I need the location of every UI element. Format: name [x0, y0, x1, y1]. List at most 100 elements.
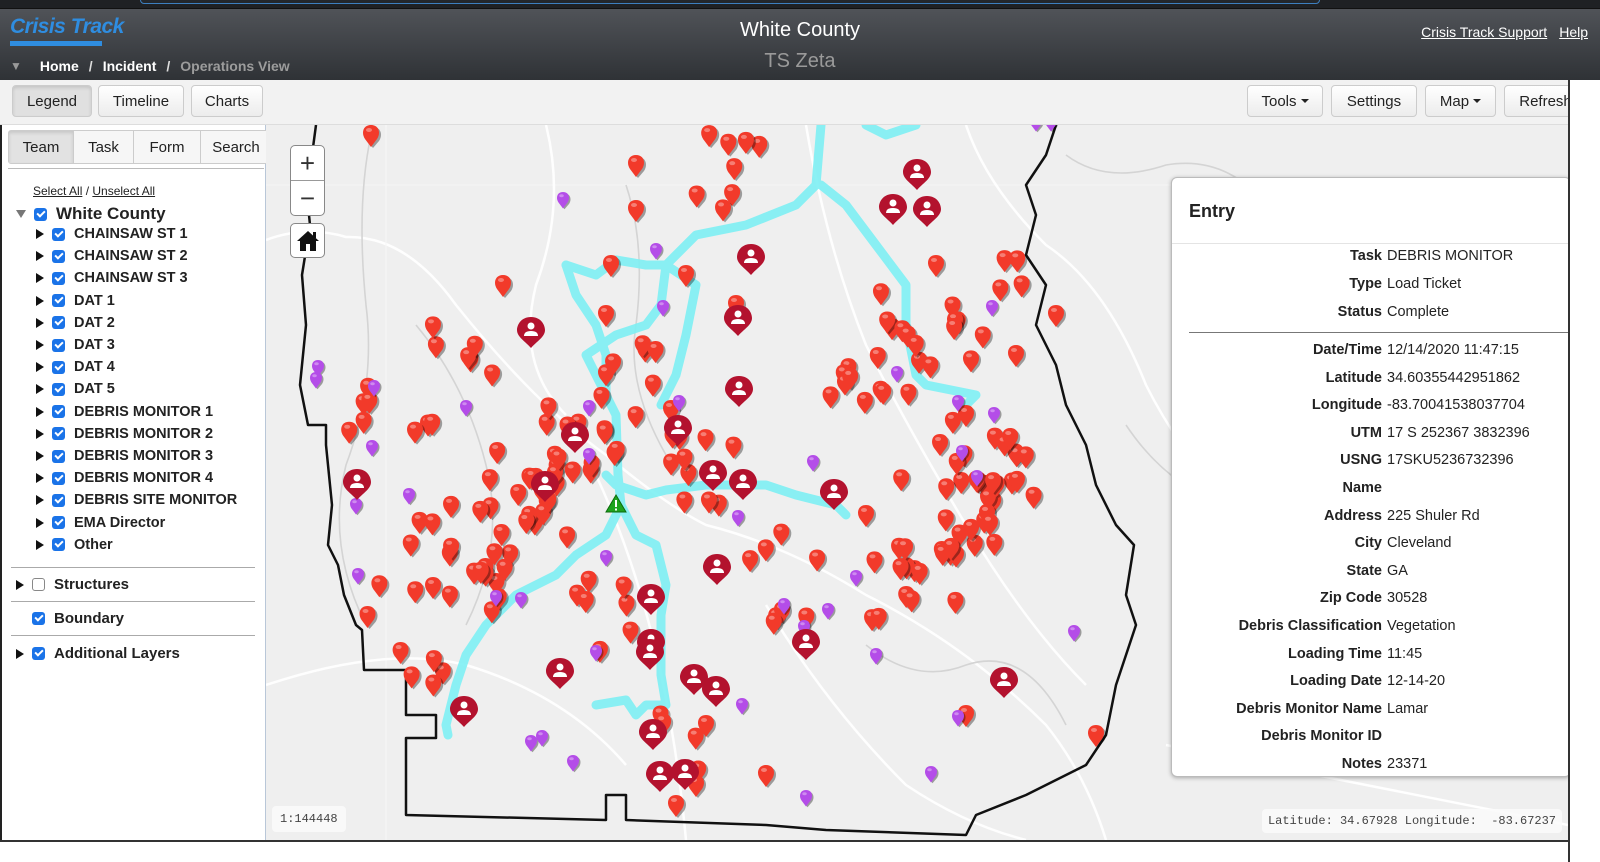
incident-marker[interactable] — [962, 350, 981, 374]
incident-marker[interactable] — [725, 436, 744, 460]
incident-marker[interactable] — [489, 442, 508, 466]
incident-marker[interactable] — [922, 356, 941, 380]
incident-marker[interactable] — [856, 391, 875, 415]
person-marker[interactable] — [913, 196, 941, 227]
incident-marker[interactable] — [701, 125, 720, 149]
person-marker[interactable] — [343, 469, 371, 500]
incident-marker[interactable] — [559, 526, 578, 550]
expand-arrow-icon[interactable] — [36, 406, 44, 417]
purple-marker[interactable] — [583, 400, 597, 418]
person-marker[interactable] — [879, 194, 907, 225]
incident-marker[interactable] — [688, 185, 707, 209]
purple-marker[interactable] — [366, 440, 380, 458]
incident-marker[interactable] — [903, 590, 922, 614]
layer-additional[interactable]: Additional Layers — [16, 645, 180, 662]
incident-marker[interactable] — [726, 158, 745, 182]
person-marker[interactable] — [517, 317, 545, 348]
incident-marker[interactable] — [371, 575, 390, 599]
checkbox-checked[interactable] — [52, 338, 65, 352]
purple-marker[interactable] — [350, 498, 364, 516]
incident-marker[interactable] — [932, 434, 951, 458]
map-dropdown[interactable]: Map — [1425, 85, 1496, 117]
incident-marker[interactable] — [363, 125, 381, 148]
tree-team-item[interactable]: DEBRIS MONITOR 4 — [36, 470, 213, 486]
incident-marker[interactable] — [628, 200, 646, 223]
person-marker[interactable] — [450, 696, 478, 727]
tree-team-item[interactable]: DAT 1 — [36, 293, 115, 309]
tree-team-item[interactable]: CHAINSAW ST 2 — [36, 248, 188, 264]
incident-marker[interactable] — [443, 495, 462, 519]
person-marker[interactable] — [639, 719, 667, 750]
incident-marker[interactable] — [737, 131, 756, 155]
incident-marker[interactable] — [359, 605, 378, 629]
expand-arrow-icon[interactable] — [36, 273, 44, 284]
support-link[interactable]: Crisis Track Support — [1421, 24, 1547, 40]
checkbox-checked[interactable] — [52, 427, 65, 441]
incident-marker[interactable] — [974, 326, 993, 350]
checkbox-checked[interactable] — [32, 612, 45, 625]
help-link[interactable]: Help — [1559, 24, 1588, 40]
checkbox-checked[interactable] — [52, 538, 65, 552]
tab-form[interactable]: Form — [134, 131, 201, 163]
incident-marker[interactable] — [866, 551, 885, 575]
incident-marker[interactable] — [1008, 345, 1026, 368]
incident-marker[interactable] — [564, 461, 583, 485]
tree-team-item[interactable]: DEBRIS MONITOR 1 — [36, 404, 213, 420]
incident-marker[interactable] — [484, 364, 503, 388]
purple-marker[interactable] — [988, 407, 1002, 425]
incident-marker[interactable] — [720, 133, 739, 157]
checkbox-unchecked[interactable] — [32, 578, 45, 591]
incident-marker[interactable] — [1025, 486, 1044, 510]
incident-marker[interactable] — [869, 347, 888, 371]
checkbox-checked[interactable] — [52, 471, 65, 485]
checkbox-checked[interactable] — [52, 271, 65, 285]
expand-arrow-icon[interactable] — [36, 251, 44, 262]
incident-marker[interactable] — [644, 374, 663, 398]
zoom-in-button[interactable]: + — [291, 146, 324, 181]
tree-team-item[interactable]: DEBRIS MONITOR 2 — [36, 426, 213, 442]
incident-marker[interactable] — [1013, 275, 1032, 299]
expanded-arrow-icon[interactable] — [16, 210, 26, 218]
incident-marker[interactable] — [425, 576, 444, 600]
purple-marker[interactable] — [567, 755, 581, 773]
person-marker[interactable] — [546, 658, 574, 689]
incident-marker[interactable] — [986, 533, 1005, 557]
layer-structures[interactable]: Structures — [16, 576, 129, 593]
incident-marker[interactable] — [758, 765, 776, 788]
checkbox-checked[interactable] — [52, 493, 65, 507]
incident-marker[interactable] — [875, 382, 894, 406]
expand-arrow-icon[interactable] — [36, 539, 44, 550]
person-marker[interactable] — [703, 554, 731, 585]
expand-arrow-icon[interactable] — [36, 451, 44, 461]
expand-arrow-icon[interactable] — [36, 384, 44, 395]
incident-marker[interactable] — [822, 386, 841, 410]
purple-marker[interactable] — [822, 603, 836, 621]
map-view[interactable]: + − 1:144448 Latitude: 34.67928 Longitud… — [266, 125, 1568, 840]
incident-marker[interactable] — [407, 581, 426, 605]
incident-marker[interactable] — [627, 406, 646, 430]
incident-marker[interactable] — [618, 594, 637, 618]
incident-marker[interactable] — [809, 549, 828, 573]
tree-team-item[interactable]: CHAINSAW ST 3 — [36, 270, 188, 286]
incident-marker[interactable] — [495, 275, 513, 298]
incident-marker[interactable] — [697, 429, 716, 453]
expand-arrow-icon[interactable] — [36, 473, 44, 484]
person-marker[interactable] — [725, 376, 753, 407]
incident-marker[interactable] — [872, 283, 891, 307]
legend-button[interactable]: Legend — [12, 85, 92, 117]
purple-marker[interactable] — [986, 300, 1000, 318]
unselect-all-link[interactable]: Unselect All — [92, 184, 155, 198]
tree-team-item[interactable]: DAT 2 — [36, 315, 115, 331]
incident-marker[interactable] — [953, 471, 972, 495]
purple-marker[interactable] — [1068, 625, 1082, 643]
person-marker[interactable] — [737, 244, 765, 275]
select-all-link[interactable]: Select All — [33, 184, 82, 198]
incident-marker[interactable] — [928, 255, 946, 278]
incident-marker[interactable] — [947, 591, 966, 615]
checkbox-checked[interactable] — [52, 382, 65, 396]
incident-marker[interactable] — [424, 513, 443, 537]
purple-marker[interactable] — [732, 510, 746, 528]
checkbox-checked[interactable] — [52, 227, 65, 241]
incident-marker[interactable] — [992, 279, 1011, 303]
checkbox-checked[interactable] — [32, 647, 45, 660]
